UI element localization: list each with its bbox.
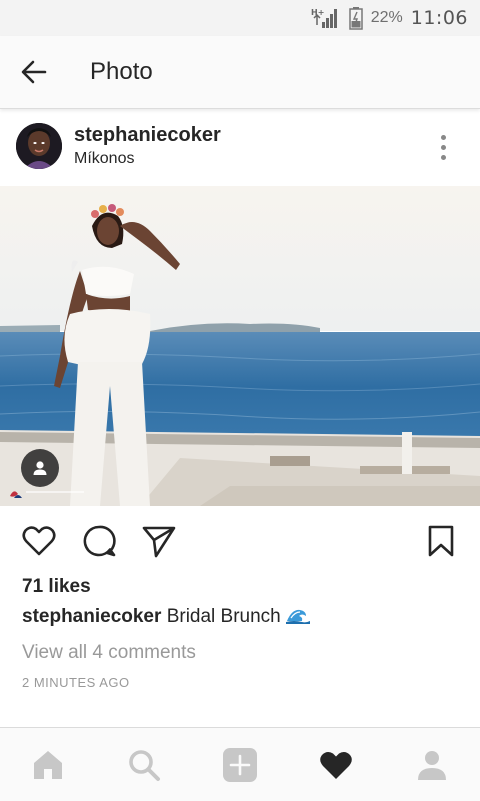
tagged-people-button[interactable] <box>21 449 59 487</box>
status-icons: H+ 22% 11:06 <box>311 0 468 36</box>
nav-add[interactable] <box>220 745 260 785</box>
comment-button[interactable] <box>80 522 118 560</box>
caption-username[interactable]: stephaniecoker <box>22 606 161 627</box>
profile-icon <box>418 751 446 780</box>
post-timestamp: 2 MINUTES AGO <box>22 675 130 690</box>
share-button[interactable] <box>140 522 178 560</box>
search-icon <box>129 750 160 781</box>
battery-icon <box>348 7 363 30</box>
like-button[interactable] <box>20 522 58 560</box>
heart-icon <box>22 526 56 556</box>
send-icon <box>142 526 176 558</box>
post-photo[interactable] <box>0 186 480 506</box>
bookmark-icon <box>428 525 454 557</box>
page-title: Photo <box>90 58 153 85</box>
post-location[interactable]: Míkonos <box>74 150 134 168</box>
nav-home[interactable] <box>28 745 68 785</box>
view-comments-link[interactable]: View all 4 comments <box>22 642 196 664</box>
nav-activity[interactable] <box>316 745 356 785</box>
caption-text: Bridal Brunch <box>166 606 281 627</box>
person-icon <box>33 461 47 475</box>
avatar-image <box>16 123 62 169</box>
clock: 11:06 <box>410 7 468 29</box>
post-actions <box>0 516 480 566</box>
save-button[interactable] <box>422 522 460 560</box>
comment-icon <box>83 525 116 557</box>
back-button[interactable] <box>16 54 52 90</box>
activity-heart-icon <box>320 752 352 779</box>
more-dot <box>440 134 446 140</box>
wave-emoji <box>286 609 311 624</box>
bottom-nav <box>0 727 480 801</box>
arrow-left-icon <box>21 60 47 84</box>
add-icon <box>223 748 257 782</box>
status-bar: H+ 22% 11:06 <box>0 0 480 36</box>
more-dot <box>440 144 446 150</box>
top-bar: Photo <box>0 36 480 109</box>
nav-search[interactable] <box>124 745 164 785</box>
photo-image <box>0 186 480 506</box>
more-dot <box>440 154 446 160</box>
post-username[interactable]: stephaniecoker <box>74 124 221 147</box>
avatar[interactable] <box>16 123 62 169</box>
watermark-logo <box>10 491 84 498</box>
caption: stephaniecoker Bridal Brunch <box>22 606 311 628</box>
home-icon <box>34 751 62 779</box>
more-options-button[interactable] <box>428 132 458 162</box>
nav-profile[interactable] <box>412 745 452 785</box>
battery-percent: 22% <box>370 9 403 26</box>
post-header: stephaniecoker Míkonos <box>0 110 480 187</box>
likes-count[interactable]: 71 likes <box>22 576 91 598</box>
signal-icon: H+ <box>311 8 337 28</box>
